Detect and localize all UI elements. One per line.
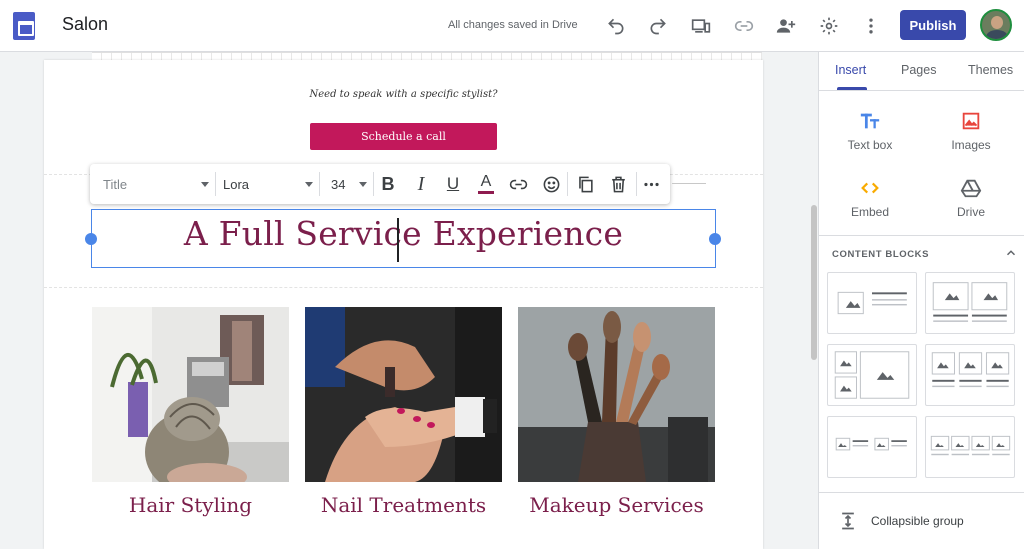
canvas-scrollbar[interactable] <box>811 205 817 360</box>
panel-divider <box>819 492 1024 493</box>
nail-treatment-image[interactable] <box>305 307 502 482</box>
text-color-glyph: A <box>480 173 492 190</box>
text-color-swatch <box>478 191 494 194</box>
font-size-dropdown[interactable]: 34 <box>331 164 371 204</box>
chevron-down-icon <box>201 182 209 187</box>
undo-icon[interactable] <box>602 12 630 40</box>
font-family-dropdown[interactable]: Lora <box>223 164 319 204</box>
text-style-dropdown[interactable]: Title <box>103 164 215 204</box>
redo-icon[interactable] <box>644 12 672 40</box>
toolbar-divider <box>567 172 568 196</box>
duplicate-icon[interactable] <box>572 171 598 197</box>
hair-styling-image[interactable] <box>92 307 289 482</box>
resize-handle-left[interactable] <box>85 233 97 245</box>
preview-devices-icon[interactable] <box>687 12 715 40</box>
content-block-image-grid[interactable] <box>827 344 917 406</box>
italic-button[interactable]: I <box>408 171 434 197</box>
text-style-value: Title <box>103 176 128 192</box>
share-icon[interactable] <box>772 12 800 40</box>
makeup-image[interactable] <box>518 307 715 482</box>
drive-icon <box>960 179 982 198</box>
underline-button[interactable]: U <box>440 171 466 197</box>
content-block-three-columns[interactable] <box>925 344 1015 406</box>
schedule-call-button[interactable]: Schedule a call <box>310 123 497 150</box>
collapsible-group-button[interactable]: Collapsible group <box>838 511 964 531</box>
text-format-toolbar: Title Lora 34 B I U A <box>90 164 670 204</box>
tab-divider <box>819 90 1024 91</box>
site-title[interactable]: Salon <box>62 14 108 35</box>
hidden-text-line <box>672 183 706 184</box>
font-family-value: Lora <box>223 176 250 192</box>
sites-logo-icon[interactable] <box>13 12 35 40</box>
insert-embed-label: Embed <box>850 205 890 219</box>
more-horiz-icon[interactable] <box>638 171 664 197</box>
insert-text-box-button[interactable]: Text box <box>820 110 920 152</box>
insert-text-box-label: Text box <box>847 138 893 152</box>
more-vert-icon[interactable] <box>857 12 885 40</box>
link-icon[interactable] <box>730 12 758 40</box>
tab-pages[interactable]: Pages <box>901 63 936 77</box>
service-label-hair[interactable]: Hair Styling <box>92 493 289 517</box>
insert-drive-button[interactable]: Drive <box>921 177 1021 219</box>
toolbar-divider <box>215 172 216 196</box>
chevron-up-icon[interactable] <box>1004 246 1018 260</box>
page-ruler <box>92 52 762 60</box>
content-block-two-images[interactable] <box>925 272 1015 334</box>
settings-icon[interactable] <box>815 12 843 40</box>
page-heading[interactable]: A Full Service Experience <box>91 214 716 253</box>
save-status: All changes saved in Drive <box>448 19 578 31</box>
content-block-four-media[interactable] <box>925 416 1015 478</box>
collapsible-group-icon <box>842 512 854 530</box>
stylist-note-text[interactable]: Need to speak with a specific stylist? <box>44 89 763 100</box>
chevron-down-icon <box>359 182 367 187</box>
top-bar: Salon All changes saved in Drive Publish <box>0 0 1024 52</box>
collapsible-group-label: Collapsible group <box>871 514 964 528</box>
insert-embed-button[interactable]: Embed <box>820 177 920 219</box>
tab-themes[interactable]: Themes <box>968 63 1013 77</box>
tab-insert[interactable]: Insert <box>835 63 866 77</box>
content-block-image-text[interactable] <box>827 272 917 334</box>
emoji-icon[interactable] <box>538 171 564 197</box>
insert-link-icon[interactable] <box>505 171 531 197</box>
insert-drive-label: Drive <box>956 205 985 219</box>
service-label-nails[interactable]: Nail Treatments <box>305 493 502 517</box>
toolbar-divider <box>636 172 637 196</box>
insert-images-button[interactable]: Images <box>921 110 1021 152</box>
section-divider <box>44 287 763 288</box>
bold-button[interactable]: B <box>375 171 401 197</box>
content-blocks-title: CONTENT BLOCKS <box>832 249 930 260</box>
text-box-icon <box>860 113 880 129</box>
insert-images-label: Images <box>951 138 991 152</box>
delete-icon[interactable] <box>605 171 631 197</box>
avatar[interactable] <box>980 9 1012 41</box>
content-blocks-divider <box>819 235 1024 236</box>
toolbar-divider <box>319 172 320 196</box>
image-icon <box>962 112 980 130</box>
text-cursor <box>397 218 399 262</box>
publish-button[interactable]: Publish <box>900 10 966 40</box>
toolbar-divider <box>373 172 374 196</box>
content-block-two-media-rows[interactable] <box>827 416 917 478</box>
chevron-down-icon <box>305 182 313 187</box>
embed-icon <box>861 182 879 194</box>
resize-handle-right[interactable] <box>709 233 721 245</box>
text-color-button[interactable]: A <box>473 171 499 197</box>
font-size-value: 34 <box>331 176 346 192</box>
service-label-makeup[interactable]: Makeup Services <box>518 493 715 517</box>
